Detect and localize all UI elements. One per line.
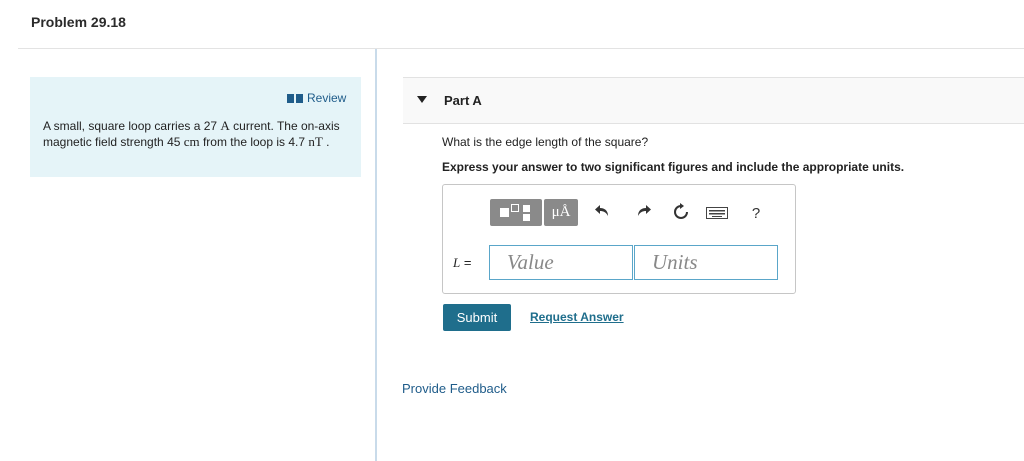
header-divider (18, 48, 1024, 49)
book-icon (287, 93, 303, 104)
part-a-label: Part A (444, 93, 482, 108)
question-text: What is the edge length of the square? (442, 135, 649, 149)
value-input[interactable]: Value (489, 245, 633, 280)
units-button[interactable]: μÅ (544, 199, 578, 226)
help-icon[interactable]: ? (746, 205, 766, 223)
keyboard-icon[interactable] (705, 206, 729, 224)
units-input[interactable]: Units (634, 245, 778, 280)
request-answer-link[interactable]: Request Answer (530, 310, 624, 324)
instruction-text: Express your answer to two significant f… (442, 160, 905, 174)
triangle-down-icon[interactable] (417, 96, 427, 103)
distance-unit: cm (183, 134, 200, 149)
reset-icon[interactable] (671, 203, 691, 226)
field-unit: nT (308, 134, 323, 149)
page-title: Problem 29.18 (31, 14, 126, 30)
submit-button[interactable]: Submit (443, 304, 511, 331)
current-unit: A (220, 118, 230, 133)
redo-icon[interactable] (633, 204, 653, 223)
problem-statement: A small, square loop carries a 27 A curr… (43, 118, 340, 149)
part-a-header[interactable] (403, 77, 1024, 124)
undo-icon[interactable] (593, 204, 613, 223)
answer-variable-label: L = (453, 255, 472, 270)
provide-feedback-link[interactable]: Provide Feedback (402, 381, 507, 396)
review-label: Review (307, 91, 347, 105)
template-button[interactable] (490, 199, 542, 226)
review-link[interactable]: Review (287, 91, 346, 105)
column-divider (375, 49, 377, 461)
